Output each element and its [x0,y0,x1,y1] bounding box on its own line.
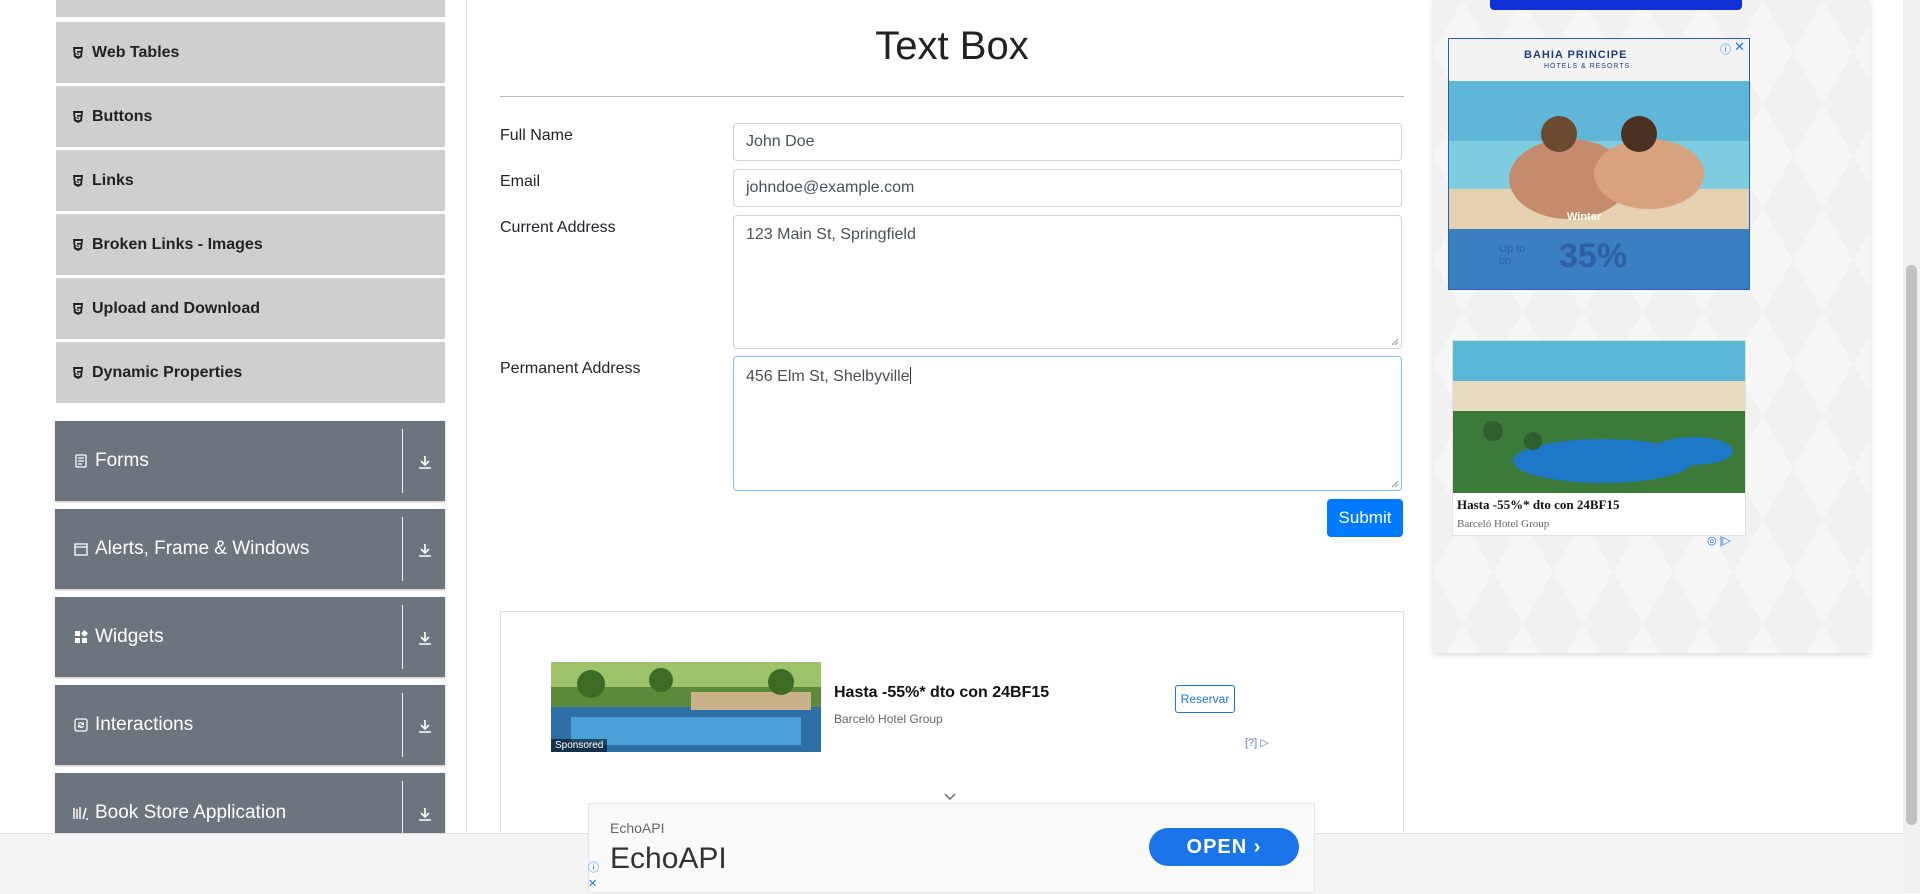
sidebar-group-interactions[interactable]: Interactions [55,685,445,765]
ad-season: Winter [1567,211,1602,223]
ad-resort-aerial-image[interactable] [1453,341,1745,493]
download-arrow-icon[interactable] [414,539,436,561]
ad-title[interactable]: Hasta -55%* dto con 24BF15 [1457,497,1620,513]
sidebar-group-widgets[interactable]: Widgets [55,597,445,677]
refresh-icon [73,717,89,733]
ad-close-icon[interactable]: ✕ [1734,39,1745,55]
ad-brand-sub: HOTELS & RESORTS [1544,63,1631,70]
full-name-input[interactable]: John Doe [733,123,1402,161]
sidebar-item-web-tables[interactable]: Web Tables [56,22,445,84]
download-arrow-icon[interactable] [414,715,436,737]
left-gutter [0,0,35,833]
download-arrow-icon[interactable] [414,627,436,649]
permanent-address-textarea[interactable]: 456 Elm St, Shelbyville [733,356,1402,491]
echoapi-ad[interactable]: EchoAPI EchoAPI OPEN › [588,803,1315,893]
sidebar-item-previous[interactable] [56,0,445,18]
sidebar-group-forms[interactable]: Forms [55,421,445,501]
group-divider [402,781,403,833]
page-title: Text Box [875,24,1029,68]
open-button[interactable]: OPEN › [1149,828,1299,866]
current-address-textarea[interactable]: 123 Main St, Springfield [733,215,1402,349]
ad-on-text: on [1499,255,1512,267]
resize-handle-icon[interactable] [1391,480,1399,488]
email-label: Email [500,173,541,190]
group-label: Widgets [95,626,164,647]
ad-title[interactable]: Hasta -55%* dto con 24BF15 [834,684,1049,702]
scrollbar-thumb[interactable] [1906,265,1917,825]
download-arrow-icon[interactable] [414,803,436,825]
rail-top-button[interactable] [1490,0,1742,10]
html5-icon [72,239,84,251]
bahia-principe-ad[interactable]: BAHIA PRINCIPE HOTELS & RESORTS Winter U… [1448,38,1750,290]
ad-brand: BAHIA PRINCIPE [1524,49,1628,61]
ad-advertiser: Barceló Hotel Group [1457,518,1550,530]
group-label: Forms [95,450,149,471]
ad-info-icon[interactable]: ⓘ [1720,41,1731,57]
html5-icon [72,47,84,59]
submit-button[interactable]: Submit [1327,499,1403,537]
open-button-label: OPEN [1186,835,1248,858]
ad-up-to: Up to on [1499,243,1525,267]
current-address-value: 123 Main St, Springfield [746,226,916,243]
sidebar-item-upload-download[interactable]: Upload and Download [56,278,445,340]
sidebar-group-alerts[interactable]: Alerts, Frame & Windows [55,509,445,589]
sidebar: Web Tables Buttons Links Broken Links - … [34,0,467,833]
ad-advertiser: Barceló Hotel Group [834,712,943,726]
ad-help-text: [?] [1245,737,1258,749]
sidebar-item-label: Dynamic Properties [92,364,243,381]
sidebar-item-links[interactable]: Links [56,150,445,212]
sidebar-item-label: Buttons [92,108,153,125]
group-divider [402,605,403,669]
html5-icon [72,303,84,315]
download-arrow-icon[interactable] [414,451,436,473]
document-icon [73,453,89,469]
email-input[interactable]: johndoe@example.com [733,169,1402,207]
group-label: Alerts, Frame & Windows [95,538,310,559]
books-icon [73,805,89,821]
main-content: Text Box Full Name John Doe Email johndo… [500,0,1404,843]
reservar-button[interactable]: Reservar [1175,685,1235,713]
window-icon [73,541,89,557]
text-cursor [909,367,911,384]
sidebar-item-broken-links[interactable]: Broken Links - Images [56,214,445,276]
group-label: Book Store Application [95,802,287,823]
group-divider [402,517,403,581]
group-divider [402,693,403,757]
ad-discount: 35% [1559,237,1628,275]
title-divider [500,96,1404,97]
adchoices-link[interactable]: [?] ▷ [1245,736,1269,749]
adchoices-icon[interactable]: ▷ [1260,737,1268,749]
adchoices-icon[interactable]: ◎ |▷ [1707,534,1731,547]
current-address-label: Current Address [500,219,616,236]
ad-small-title: EchoAPI [610,820,665,836]
right-ad-rail: BAHIA PRINCIPE HOTELS & RESORTS Winter U… [1433,0,1870,653]
chevron-right-icon: › [1253,835,1262,858]
ad-resort-image[interactable]: Sponsored [551,662,821,752]
sidebar-item-dynamic-properties[interactable]: Dynamic Properties [56,342,445,404]
html5-icon [72,367,84,379]
full-name-label: Full Name [500,127,573,144]
sidebar-item-label: Links [92,172,134,189]
group-divider [402,429,403,493]
html5-icon [72,175,84,187]
html5-icon [72,111,84,123]
barcelo-ad[interactable]: Hasta -55%* dto con 24BF15 Barceló Hotel… [1452,340,1746,536]
widgets-icon [73,629,89,645]
sidebar-item-buttons[interactable]: Buttons [56,86,445,148]
sidebar-item-label: Upload and Download [92,300,260,317]
resize-handle-icon[interactable] [1391,338,1399,346]
permanent-address-label: Permanent Address [500,360,641,377]
ad-up-to-text: Up to [1499,243,1526,255]
sidebar-group-book-store[interactable]: Book Store Application [55,773,445,833]
group-label: Interactions [95,714,194,735]
sponsored-tag: Sponsored [551,739,608,752]
ad-marker-icons[interactable]: ⓘ ✕ [588,860,602,893]
sidebar-item-label: Broken Links - Images [92,236,263,253]
sidebar-item-label: Web Tables [92,44,180,61]
ad-big-title[interactable]: EchoAPI [610,842,727,876]
permanent-address-value: 456 Elm St, Shelbyville [746,368,910,385]
chevron-down-icon[interactable] [943,790,957,804]
